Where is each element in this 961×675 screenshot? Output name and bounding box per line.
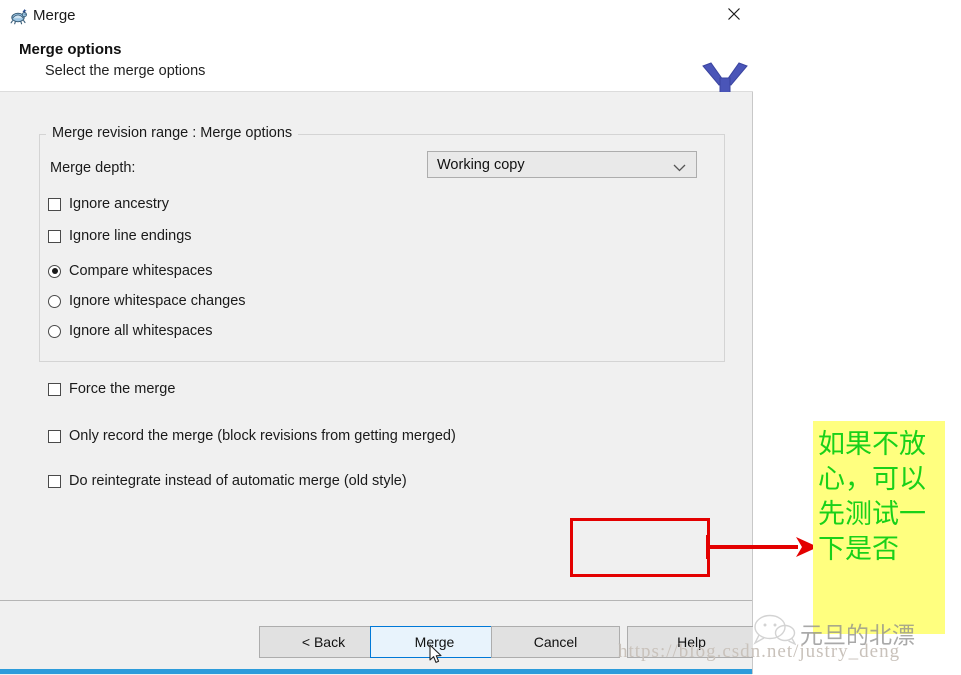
page-subtitle: Select the merge options (45, 63, 206, 79)
radio-label: Ignore all whitespaces (69, 323, 213, 339)
checkbox-only-record-the-merge[interactable]: Only record the merge (block revisions f… (48, 428, 456, 444)
radio-compare-whitespaces[interactable]: Compare whitespaces (48, 263, 212, 279)
merge-depth-select[interactable]: Working copy (427, 151, 697, 178)
radio-button (48, 264, 61, 278)
checkbox-box (48, 429, 61, 443)
radio-label: Ignore whitespace changes (69, 293, 246, 309)
title-bar: Merge (0, 0, 753, 33)
checkbox-label: Force the merge (69, 381, 176, 397)
merge-depth-label: Merge depth: (50, 160, 136, 176)
annotation-note: 如果不放心，可以先测试一下是否 (813, 421, 945, 634)
radio-ignore-all-whitespaces[interactable]: Ignore all whitespaces (48, 323, 212, 339)
close-icon[interactable] (714, 0, 753, 28)
annotation-note-text: 如果不放心，可以先测试一下是否 (818, 429, 926, 565)
merge-depth-value: Working copy (437, 156, 525, 173)
checkbox-label: Only record the merge (block revisions f… (69, 428, 456, 444)
checkbox-box (48, 474, 61, 488)
merge-button[interactable]: Merge (370, 626, 499, 658)
checkbox-label: Do reintegrate instead of automatic merg… (69, 473, 407, 489)
annotation-arrow-icon (705, 532, 818, 562)
wizard-header: Merge options Select the merge options (0, 33, 753, 116)
checkbox-box (48, 197, 61, 211)
checkbox-box (48, 382, 61, 396)
radio-ignore-whitespace-changes[interactable]: Ignore whitespace changes (48, 293, 246, 309)
dialog-button-bar: < Back Merge Cancel Help (0, 600, 756, 675)
checkbox-do-reintegrate[interactable]: Do reintegrate instead of automatic merg… (48, 473, 407, 489)
bottom-accent-bar (0, 669, 752, 674)
radio-button (48, 324, 61, 338)
page-title: Merge options (19, 41, 122, 58)
checkbox-force-the-merge[interactable]: Force the merge (48, 381, 175, 397)
tortoise-icon (8, 6, 28, 26)
cancel-button[interactable]: Cancel (491, 626, 620, 658)
checkbox-box (48, 229, 61, 243)
checkbox-label: Ignore line endings (69, 228, 192, 244)
radio-button (48, 294, 61, 308)
window-title: Merge (33, 7, 76, 24)
radio-label: Compare whitespaces (69, 263, 213, 279)
checkbox-ignore-line-endings[interactable]: Ignore line endings (48, 228, 192, 244)
annotation-highlight-box (570, 518, 710, 577)
checkbox-ignore-ancestry[interactable]: Ignore ancestry (48, 196, 169, 212)
groupbox-title: Merge revision range : Merge options (46, 125, 299, 141)
watermark-url: https://blog.csdn.net/justry_deng (618, 641, 901, 662)
back-button[interactable]: < Back (259, 626, 388, 658)
checkbox-label: Ignore ancestry (69, 196, 169, 212)
chevron-down-icon (673, 159, 686, 175)
